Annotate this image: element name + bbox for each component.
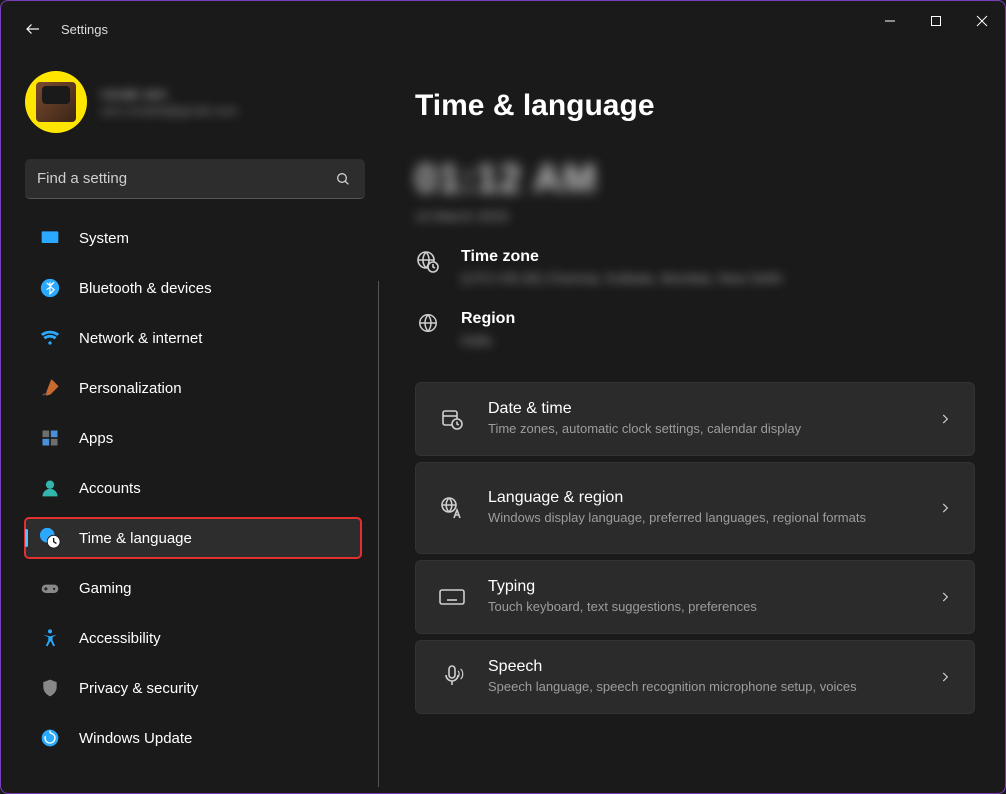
window-controls: [867, 1, 1005, 41]
info-title: Time zone: [461, 248, 782, 266]
sidebar-item-label: System: [79, 230, 129, 247]
sidebar-item-accessibility[interactable]: Accessibility: [25, 618, 361, 658]
minimize-button[interactable]: [867, 1, 913, 41]
sidebar: ronak sen sen.ronak9@gmail.com System Blu…: [1, 57, 381, 793]
globe-clock-icon: [415, 250, 441, 274]
apps-icon: [39, 427, 61, 449]
gamepad-icon: [39, 577, 61, 599]
current-time: 01:12 AM: [415, 157, 975, 202]
sidebar-item-label: Accessibility: [79, 630, 161, 647]
sidebar-item-accounts[interactable]: Accounts: [25, 468, 361, 508]
globe-icon: [415, 312, 441, 334]
card-title: Speech: [488, 658, 916, 676]
user-name: ronak sen: [101, 86, 238, 103]
sidebar-item-label: Network & internet: [79, 330, 202, 347]
language-icon: [438, 496, 466, 520]
search-input[interactable]: [37, 170, 335, 187]
sidebar-item-label: Time & language: [79, 530, 192, 547]
sidebar-item-system[interactable]: System: [25, 218, 361, 258]
chevron-right-icon: [938, 501, 952, 515]
keyboard-icon: [438, 587, 466, 607]
user-email: sen.ronak9@gmail.com: [101, 103, 238, 118]
person-icon: [39, 477, 61, 499]
search-box[interactable]: [25, 159, 365, 199]
page-title: Time & language: [415, 89, 975, 123]
calendar-clock-icon: [438, 407, 466, 431]
card-title: Typing: [488, 578, 916, 596]
sidebar-item-label: Windows Update: [79, 730, 192, 747]
sidebar-item-label: Personalization: [79, 380, 182, 397]
card-title: Language & region: [488, 489, 916, 507]
sidebar-item-bluetooth-devices[interactable]: Bluetooth & devices: [25, 268, 361, 308]
accessibility-icon: [39, 627, 61, 649]
nav-list: System Bluetooth & devices Network & inter…: [25, 213, 381, 763]
maximize-button[interactable]: [913, 1, 959, 41]
close-button[interactable]: [959, 1, 1005, 41]
card-description: Speech language, speech recognition micr…: [488, 678, 916, 696]
sidebar-item-privacy-security[interactable]: Privacy & security: [25, 668, 361, 708]
avatar: [25, 71, 87, 133]
sidebar-item-time-language[interactable]: Time & language: [25, 518, 361, 558]
back-button[interactable]: [23, 19, 43, 39]
sidebar-item-label: Bluetooth & devices: [79, 280, 212, 297]
title-bar: Settings: [1, 1, 1005, 57]
sidebar-item-label: Gaming: [79, 580, 132, 597]
settings-card-date-time[interactable]: Date & time Time zones, automatic clock s…: [415, 382, 975, 456]
search-icon: [335, 171, 353, 187]
speech-icon: [438, 665, 466, 689]
brush-icon: [39, 377, 61, 399]
main-panel: Time & language 01:12 AM 14 March 2023 T…: [381, 57, 1005, 793]
app-title: Settings: [61, 22, 108, 37]
settings-card-typing[interactable]: Typing Touch keyboard, text suggestions, …: [415, 560, 975, 634]
profile-block[interactable]: ronak sen sen.ronak9@gmail.com: [25, 71, 381, 133]
sidebar-item-label: Privacy & security: [79, 680, 198, 697]
chevron-right-icon: [938, 412, 952, 426]
sidebar-item-label: Apps: [79, 430, 113, 447]
sidebar-item-gaming[interactable]: Gaming: [25, 568, 361, 608]
sidebar-item-apps[interactable]: Apps: [25, 418, 361, 458]
chevron-right-icon: [938, 590, 952, 604]
wifi-icon: [39, 327, 61, 349]
card-description: Windows display language, preferred lang…: [488, 509, 916, 527]
sidebar-divider: [378, 281, 379, 787]
settings-card-language-region[interactable]: Language & region Windows display languag…: [415, 462, 975, 554]
sidebar-item-network-internet[interactable]: Network & internet: [25, 318, 361, 358]
update-icon: [39, 727, 61, 749]
info-value: India: [461, 332, 515, 348]
clock-globe-icon: [39, 527, 61, 549]
info-row-time-zone[interactable]: Time zone (UTC+05:30) Chennai, Kolkata, M…: [415, 248, 975, 286]
shield-icon: [39, 677, 61, 699]
card-description: Time zones, automatic clock settings, ca…: [488, 420, 916, 438]
current-date: 14 March 2023: [415, 208, 975, 224]
bluetooth-icon: [39, 277, 61, 299]
sidebar-item-personalization[interactable]: Personalization: [25, 368, 361, 408]
info-row-region[interactable]: Region India: [415, 310, 975, 348]
display-icon: [39, 227, 61, 249]
card-title: Date & time: [488, 400, 916, 418]
info-title: Region: [461, 310, 515, 328]
settings-card-speech[interactable]: Speech Speech language, speech recognitio…: [415, 640, 975, 714]
info-value: (UTC+05:30) Chennai, Kolkata, Mumbai, Ne…: [461, 270, 782, 286]
card-description: Touch keyboard, text suggestions, prefer…: [488, 598, 916, 616]
sidebar-item-windows-update[interactable]: Windows Update: [25, 718, 361, 758]
chevron-right-icon: [938, 670, 952, 684]
sidebar-item-label: Accounts: [79, 480, 141, 497]
